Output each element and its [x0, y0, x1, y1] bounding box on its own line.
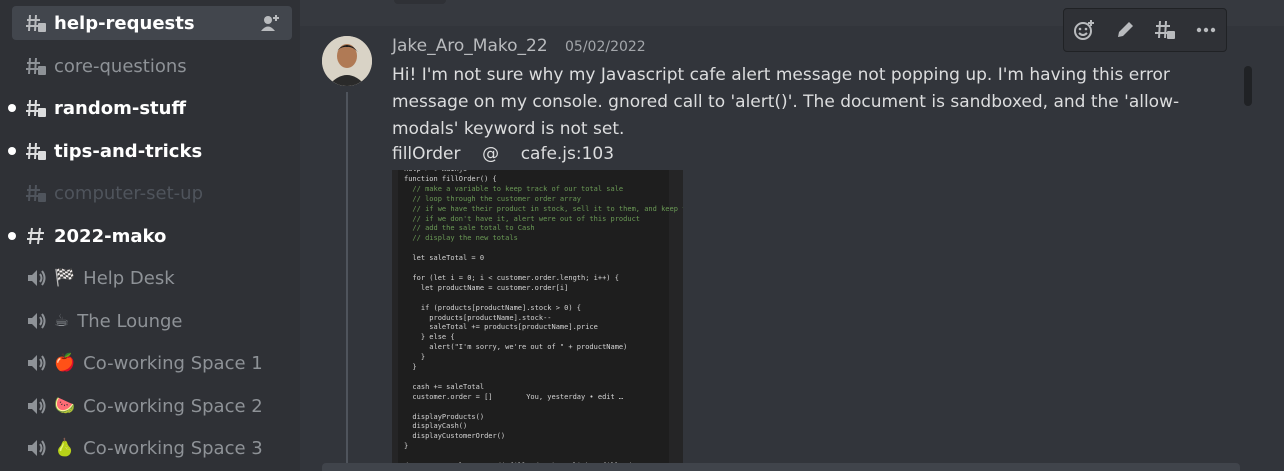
voice-channel-co-working-3[interactable]: 🍐 Co-working Space 3	[12, 431, 292, 465]
channel-label: 2022-mako	[54, 225, 167, 247]
voice-channel-help-desk[interactable]: 🏁 Help Desk	[12, 261, 292, 295]
create-thread-icon[interactable]	[1152, 17, 1178, 43]
message-text: Hi! I'm not sure why my Javascript cafe …	[392, 65, 1180, 139]
thread-hash-icon	[22, 182, 50, 204]
thread-line	[346, 92, 348, 471]
channel-computer-set-up[interactable]: computer-set-up	[12, 176, 292, 210]
pear-icon: 🍐	[54, 438, 76, 458]
code-line: // make a variable to keep track of our …	[404, 184, 624, 193]
coffee-icon: ☕	[54, 311, 70, 331]
add-member-icon[interactable]	[260, 14, 280, 37]
thread-hash-icon	[22, 97, 50, 119]
previous-message-edge	[394, 0, 446, 4]
voice-icon	[22, 310, 50, 332]
code-line: alert("I'm sorry, we're out of " + produ…	[404, 343, 628, 352]
thread-hash-icon	[22, 12, 50, 34]
code-line: }	[404, 363, 417, 371]
channel-label: Co-working Space 2	[83, 395, 263, 417]
channel-label: core-questions	[54, 55, 187, 77]
add-reaction-icon[interactable]	[1071, 17, 1097, 43]
chat-area: Jake_Aro_Mako_22 05/02/2022 Hi! I'm not …	[300, 0, 1284, 471]
code-line: cash += saleTotal	[404, 382, 485, 391]
voice-icon	[22, 352, 50, 374]
error-trace: fillOrder @ cafe.js:103	[392, 144, 615, 164]
voice-channel-co-working-1[interactable]: 🍎 Co-working Space 1	[12, 346, 292, 380]
voice-channel-the-lounge[interactable]: ☕ The Lounge	[12, 304, 292, 338]
code-line: // if we don't have it, alert were out o…	[404, 214, 641, 223]
channel-tips-and-tricks[interactable]: tips-and-tricks	[8, 134, 292, 168]
voice-icon	[22, 267, 50, 289]
code-screenshot-attachment[interactable]: help > ☺ mainjsfunction fillOrder() { //…	[392, 170, 683, 465]
code-line: function fillOrder() {	[404, 174, 497, 183]
edit-icon[interactable]	[1112, 17, 1138, 43]
channel-help-requests[interactable]: help-requests	[12, 6, 292, 40]
channel-random-stuff[interactable]: random-stuff	[8, 91, 292, 125]
code-line: // if we have their product in stock, se…	[404, 204, 683, 213]
voice-icon	[22, 437, 50, 459]
code-line: let saleTotal = 0	[404, 254, 485, 263]
unread-indicator	[8, 232, 16, 240]
channel-label: The Lounge	[77, 310, 183, 332]
voice-channel-co-working-2[interactable]: 🍉 Co-working Space 2	[12, 389, 292, 423]
channel-label: Co-working Space 1	[83, 352, 263, 374]
channel-label: computer-set-up	[54, 182, 203, 204]
code-line: }	[404, 353, 426, 362]
code-line: saleTotal += products[productName].price	[404, 323, 598, 332]
thread-hash-icon	[22, 140, 50, 162]
chequered-flag-icon: 🏁	[54, 268, 76, 288]
code-line: displayCustomerOrder()	[404, 432, 506, 441]
channel-label: random-stuff	[54, 97, 187, 119]
avatar[interactable]	[322, 36, 372, 86]
voice-icon	[22, 395, 50, 417]
code-line: displayProducts()	[404, 412, 485, 421]
unread-indicator	[8, 147, 16, 155]
apple-icon: 🍎	[54, 353, 76, 373]
channel-sidebar: help-requests core-questions random-stuf…	[0, 0, 300, 471]
message-input-edge[interactable]	[322, 463, 1240, 471]
code-line: // loop through the customer order array	[404, 194, 582, 203]
chat-scrollbar[interactable]	[1244, 66, 1252, 106]
watermelon-icon: 🍉	[54, 396, 76, 416]
author-name[interactable]: Jake_Aro_Mako_22	[392, 36, 548, 56]
code-line: let productName = customer.order[i]	[404, 283, 569, 292]
code-line: for (let i = 0; i < customer.order.lengt…	[404, 273, 619, 282]
channel-label: help-requests	[54, 12, 195, 34]
code-line: // display the new totals	[404, 234, 518, 243]
message-actions-toolbar	[1063, 8, 1227, 52]
message-timestamp: 05/02/2022	[565, 39, 646, 55]
code-line: // add the sale total to Cash	[404, 224, 535, 233]
thread-hash-icon	[22, 55, 50, 77]
hash-icon	[22, 225, 50, 247]
code-line: }	[404, 442, 409, 451]
code-line: displayCash()	[404, 422, 468, 431]
code-line: customer.order = [] You, yesterday • edi…	[404, 392, 624, 401]
channel-2022-mako[interactable]: 2022-mako	[8, 219, 292, 253]
code-line: if (products[productName].stock > 0) {	[404, 303, 582, 312]
code-line: products[productName].stock--	[404, 313, 552, 322]
unread-indicator	[8, 104, 16, 112]
channel-label: tips-and-tricks	[54, 140, 203, 162]
more-options-icon[interactable]	[1193, 17, 1219, 43]
channel-label: Co-working Space 3	[83, 437, 263, 459]
channel-core-questions[interactable]: core-questions	[12, 49, 292, 83]
channel-label: Help Desk	[83, 267, 175, 289]
code-line: } else {	[404, 333, 455, 342]
editor-gutter	[392, 170, 398, 465]
